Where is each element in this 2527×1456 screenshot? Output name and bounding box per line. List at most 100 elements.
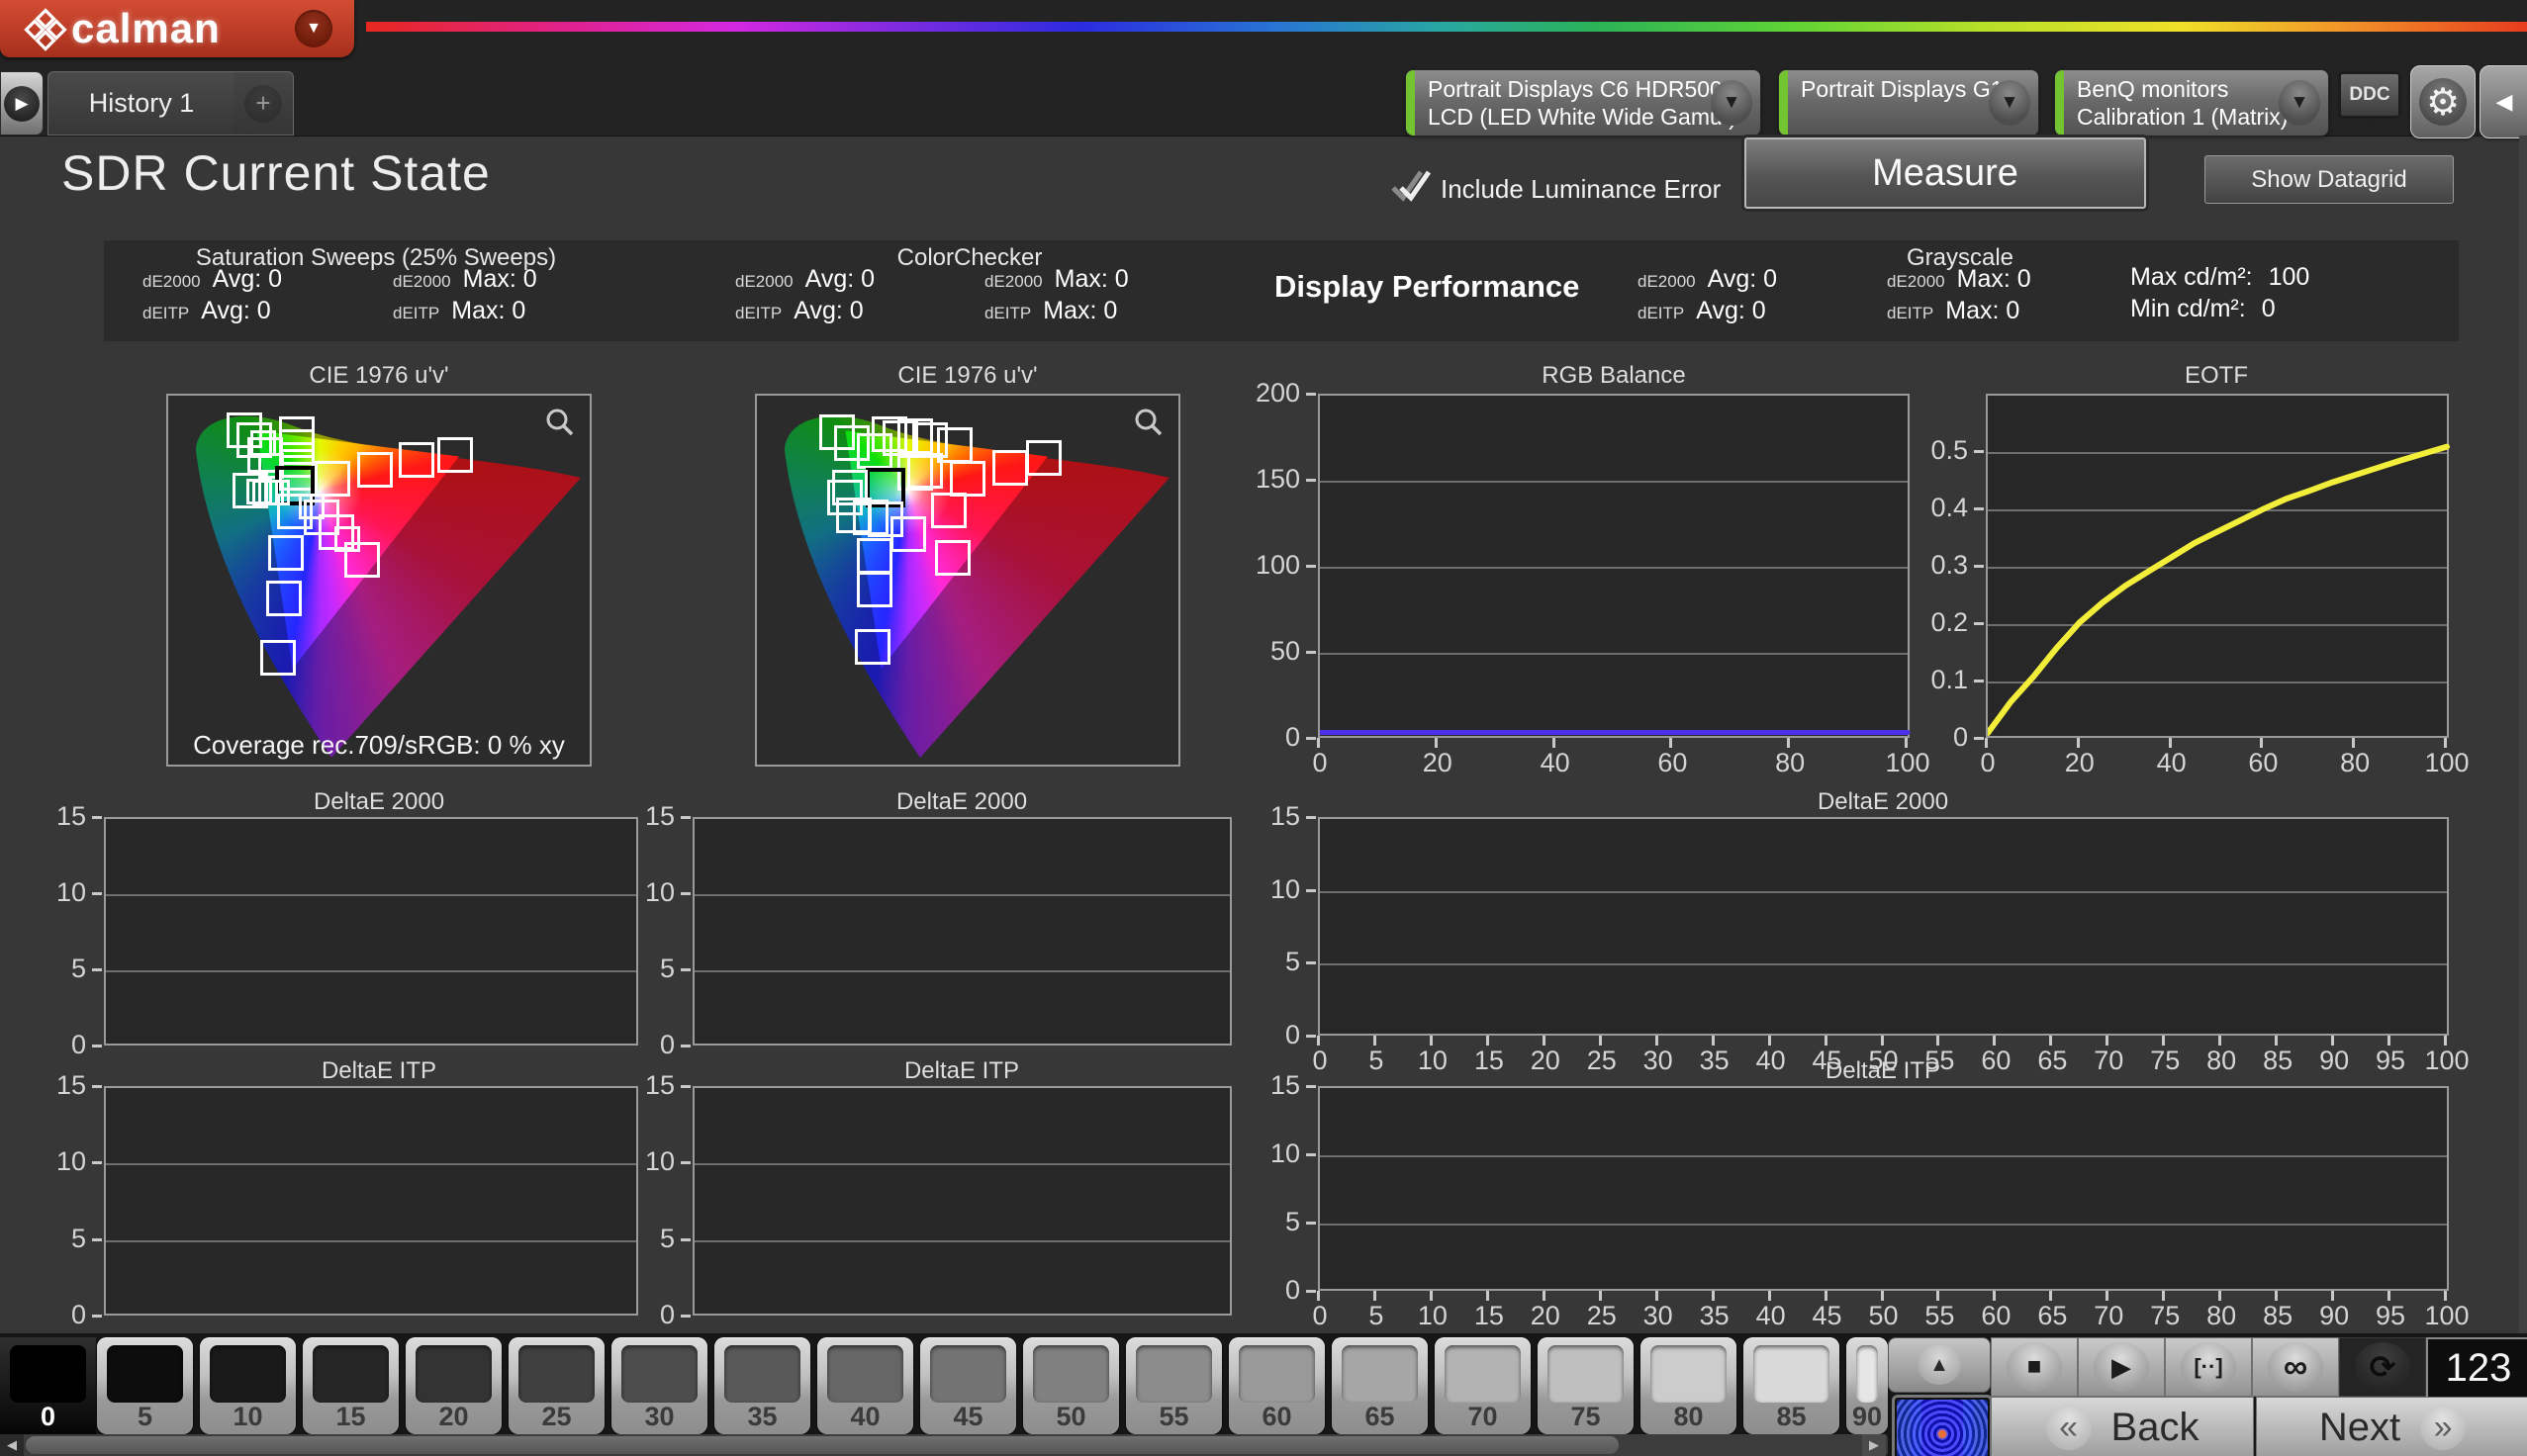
play-button[interactable]: ▶: [2078, 1337, 2165, 1397]
magnifier-icon[interactable]: [542, 406, 578, 441]
axis-tick-label: 15: [55, 801, 86, 831]
tick-mark: [2076, 738, 2080, 748]
tick-mark: [2218, 1036, 2222, 1046]
tab-history-1[interactable]: History 1: [47, 71, 235, 136]
patch-scrollbar[interactable]: [0, 1434, 1888, 1456]
back-button[interactable]: « Back: [1991, 1397, 2254, 1456]
scroll-right-button[interactable]: ▶: [1862, 1434, 1886, 1456]
scroll-left-button[interactable]: ◀: [0, 1434, 24, 1456]
grayscale-patch-button-5[interactable]: 5: [97, 1337, 193, 1434]
next-button[interactable]: Next »: [2256, 1397, 2527, 1456]
range-button[interactable]: [··]: [2165, 1337, 2252, 1397]
meter-connected-indicator: [1406, 70, 1415, 136]
measurement-target-marker: [857, 571, 893, 607]
patch-label: 90: [1851, 1402, 1883, 1431]
source-dropdown[interactable]: Portrait Displays G1 ▼: [1778, 69, 2039, 136]
tick-mark: [92, 1085, 102, 1088]
calman-menu-button[interactable]: calman ▼: [0, 0, 354, 57]
tick-mark: [1372, 1036, 1376, 1046]
de2000-colorchecker-chart-title: DeltaE 2000: [895, 788, 1028, 815]
add-tab-button[interactable]: +: [234, 71, 294, 136]
meter-dropdown[interactable]: Portrait Displays C6 HDR5000 LCD (LED Wh…: [1405, 69, 1761, 136]
patch-swatch: [1136, 1345, 1212, 1403]
grayscale-patch-button-35[interactable]: 35: [714, 1337, 810, 1434]
tick-mark: [2162, 1036, 2166, 1046]
measurement-target-marker: [935, 540, 972, 577]
stat-cc-deitp-avg: dEITP Avg: 0: [735, 297, 864, 324]
patch-swatch: [930, 1345, 1006, 1403]
grayscale-patch-button-25[interactable]: 25: [509, 1337, 605, 1434]
grayscale-patch-button-60[interactable]: 60: [1229, 1337, 1325, 1434]
magnifier-icon[interactable]: [1131, 406, 1167, 441]
grayscale-patch-button-15[interactable]: 15: [303, 1337, 399, 1434]
show-datagrid-button[interactable]: Show Datagrid: [2204, 155, 2454, 204]
grayscale-patch-button-20[interactable]: 20: [406, 1337, 502, 1434]
pattern-preview-button[interactable]: [1892, 1395, 1993, 1456]
grayscale-patch-button-10[interactable]: 10: [200, 1337, 296, 1434]
include-luminance-error-label[interactable]: Include Luminance Error: [1441, 174, 1721, 205]
gridline: [106, 894, 636, 896]
cie-1976-chart-colorchecker[interactable]: [755, 394, 1180, 767]
pattern-panel-expand-button[interactable]: ▲: [1888, 1337, 1991, 1393]
ddc-control-button[interactable]: DDC: [2335, 71, 2404, 133]
workspace-forward-button[interactable]: ▶: [0, 71, 44, 136]
measurement-target-marker: [890, 515, 927, 552]
settings-button[interactable]: ⚙: [2410, 65, 2476, 138]
tick-mark: [2049, 1291, 2053, 1301]
grayscale-patch-button-70[interactable]: 70: [1435, 1337, 1531, 1434]
axis-tick-label: 100: [2424, 748, 2470, 777]
patch-label: 5: [137, 1402, 153, 1431]
source-dropdown-line1: Portrait Displays G1: [1801, 76, 2004, 102]
main-menu-chevron-icon[interactable]: ▼: [295, 10, 332, 47]
tick-mark: [681, 968, 691, 971]
stat-gs-de2000-max: dE2000 Max: 0: [1887, 265, 2031, 293]
de2000-grayscale-chart-title: DeltaE 2000: [1817, 788, 1949, 815]
axis-tick-label: 100: [2424, 1301, 2470, 1330]
display-dropdown[interactable]: BenQ monitors Calibration 1 (Matrix) ▼: [2054, 69, 2329, 136]
grayscale-patch-button-0[interactable]: 0: [0, 1337, 96, 1434]
grayscale-patch-button-85[interactable]: 85: [1743, 1337, 1839, 1434]
axis-tick-label: 10: [644, 1146, 675, 1177]
measure-button[interactable]: Measure: [1744, 137, 2146, 209]
grayscale-patch-button-30[interactable]: 30: [611, 1337, 707, 1434]
patch-label: 70: [1467, 1402, 1498, 1431]
patch-swatch: [1342, 1345, 1418, 1403]
tick-mark: [92, 1045, 102, 1047]
collapse-panel-button[interactable]: ◀: [2480, 65, 2527, 138]
axis-tick-label: 100: [2424, 1046, 2470, 1075]
grayscale-patch-button-50[interactable]: 50: [1023, 1337, 1119, 1434]
chart-plot-rgb-balance: [1318, 394, 1911, 738]
tick-mark: [1654, 1036, 1658, 1046]
tick-mark: [2444, 1036, 2447, 1046]
patch-swatch: [1239, 1345, 1315, 1403]
axis-tick-label: 0: [1312, 748, 1328, 777]
content-scrollbar[interactable]: [2519, 136, 2527, 1333]
measurement-target-marker: [266, 581, 303, 617]
axis-tick-label: 200: [1255, 378, 1300, 408]
grayscale-patch-button-40[interactable]: 40: [817, 1337, 913, 1434]
stat-gs-deitp-max: dEITP Max: 0: [1887, 297, 2020, 324]
tick-mark: [1974, 450, 1984, 453]
grayscale-patch-button-90[interactable]: 90: [1846, 1337, 1888, 1434]
chevron-down-icon[interactable]: ▼: [1711, 80, 1752, 126]
grayscale-patch-button-55[interactable]: 55: [1126, 1337, 1222, 1434]
grayscale-patch-button-80[interactable]: 80: [1640, 1337, 1736, 1434]
calman-logo-text: calman: [71, 5, 221, 51]
chevron-down-icon[interactable]: ▼: [1989, 80, 2030, 126]
patch-scrollbar-thumb[interactable]: [26, 1436, 1619, 1454]
include-luminance-error-checkbox[interactable]: [1389, 164, 1433, 208]
tick-mark: [1306, 1085, 1316, 1088]
grayscale-patch-button-45[interactable]: 45: [920, 1337, 1016, 1434]
measurement-target-marker: [259, 639, 296, 676]
tick-mark: [1974, 680, 1984, 682]
continuous-mode-button[interactable]: ∞: [2252, 1337, 2339, 1397]
gridline: [1320, 1224, 2447, 1226]
axis-tick-label: 5: [70, 954, 86, 983]
cie-1976-chart-saturation[interactable]: Coverage rec.709/sRGB: 0 % xy: [166, 394, 592, 767]
grayscale-patch-button-65[interactable]: 65: [1332, 1337, 1428, 1434]
refresh-button[interactable]: ⟳: [2339, 1337, 2426, 1397]
grayscale-patch-button-75[interactable]: 75: [1538, 1337, 1634, 1434]
patch-label: 10: [233, 1402, 263, 1431]
stop-button[interactable]: ■: [1991, 1337, 2078, 1397]
chevron-down-icon[interactable]: ▼: [2279, 80, 2320, 126]
